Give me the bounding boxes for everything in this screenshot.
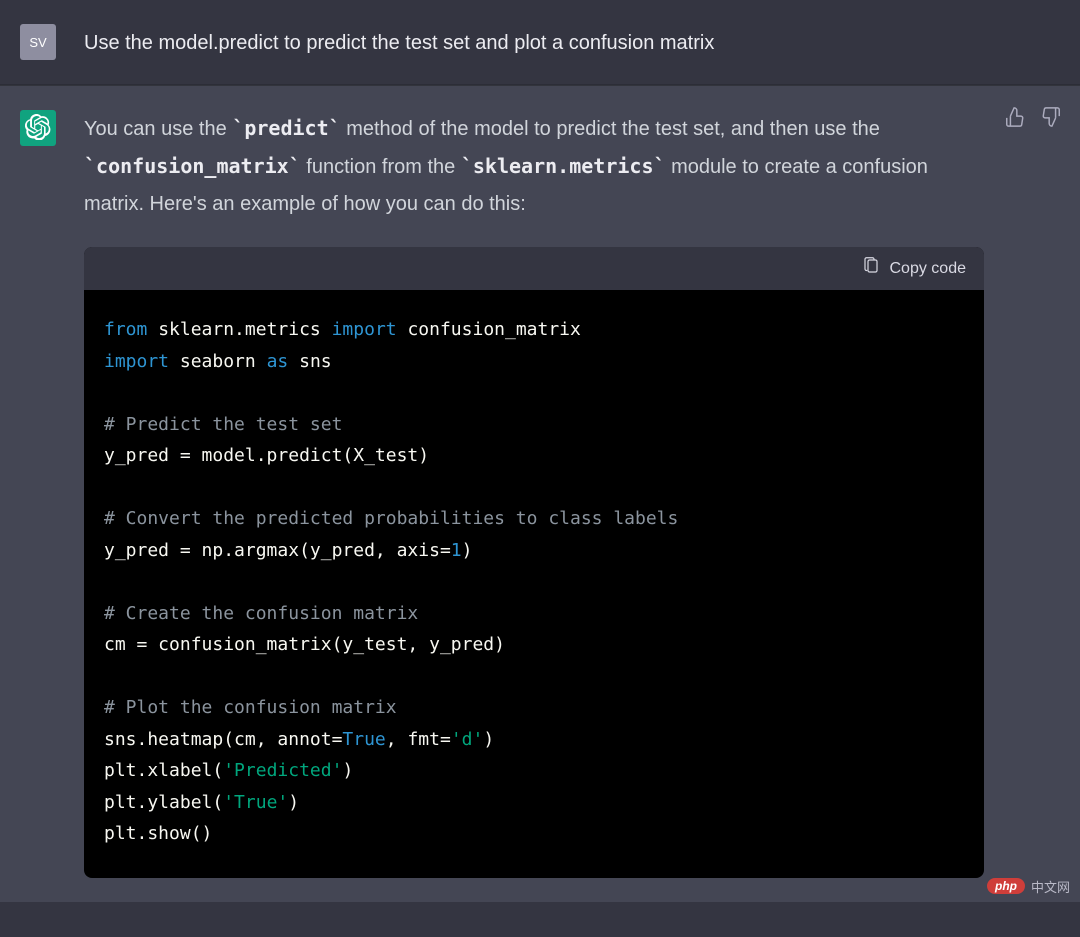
thumbs-down-button[interactable] (1040, 108, 1062, 130)
code-token: 'd' (451, 729, 484, 750)
code-token: # Convert the predicted probabilities to… (104, 508, 678, 529)
code-token: plt.show() (104, 823, 212, 844)
assistant-reply-text: You can use the `predict` method of the … (84, 110, 984, 223)
copy-code-label: Copy code (890, 260, 967, 278)
user-message-text: Use the model.predict to predict the tes… (84, 24, 1060, 58)
code-token: ) (342, 760, 353, 781)
code-token: ) (288, 792, 299, 813)
inline-code-sklearn-metrics: `sklearn.metrics` (461, 154, 666, 178)
thumbs-up-button[interactable] (1004, 108, 1026, 130)
code-token: cm = confusion_matrix(y_test, y_pred) (104, 634, 505, 655)
code-token: ) (462, 540, 473, 561)
code-token: plt.xlabel( (104, 760, 223, 781)
code-token: seaborn (169, 351, 267, 372)
feedback-buttons (1004, 108, 1062, 130)
code-token: # Plot the confusion matrix (104, 697, 397, 718)
user-avatar-initials: SV (29, 35, 46, 50)
text-fragment: You can use the (84, 118, 232, 140)
inline-code-predict: `predict` (232, 116, 340, 140)
code-token: as (267, 351, 289, 372)
text-fragment: function from the (301, 156, 461, 178)
text-fragment: method of the model to predict the test … (341, 118, 880, 140)
code-token: import (104, 351, 169, 372)
code-token: , fmt= (386, 729, 451, 750)
clipboard-icon (862, 257, 880, 280)
code-token: confusion_matrix (397, 319, 581, 340)
code-token: 'Predicted' (223, 760, 342, 781)
watermark-pill: php (987, 878, 1025, 894)
code-token: 'True' (223, 792, 288, 813)
assistant-avatar (20, 110, 56, 146)
code-token: 1 (451, 540, 462, 561)
watermark: php 中文网 (987, 877, 1070, 896)
user-message-body: Use the model.predict to predict the tes… (84, 24, 1060, 60)
code-token: # Create the confusion matrix (104, 603, 418, 624)
user-avatar: SV (20, 24, 56, 60)
code-token: sns (288, 351, 331, 372)
code-token: plt.ylabel( (104, 792, 223, 813)
code-block-header: Copy code (84, 247, 984, 290)
code-token: sns.heatmap(cm, annot= (104, 729, 342, 750)
code-token: sklearn.metrics (147, 319, 331, 340)
code-token: from (104, 319, 147, 340)
code-content[interactable]: from sklearn.metrics import confusion_ma… (84, 290, 984, 878)
code-token: True (342, 729, 385, 750)
inline-code-confusion-matrix: `confusion_matrix` (84, 154, 301, 178)
code-token: ) (483, 729, 494, 750)
user-message-row: SV Use the model.predict to predict the … (0, 0, 1080, 85)
thumbs-up-icon (1004, 106, 1026, 133)
assistant-message-row: You can use the `predict` method of the … (0, 85, 1080, 902)
watermark-text: 中文网 (1031, 877, 1070, 896)
code-token: y_pred = np.argmax(y_pred, axis= (104, 540, 451, 561)
code-block: Copy code from sklearn.metrics import co… (84, 247, 984, 878)
code-token: y_pred = model.predict(X_test) (104, 445, 429, 466)
assistant-message-body: You can use the `predict` method of the … (84, 110, 1060, 878)
openai-logo-icon (25, 114, 51, 143)
copy-code-button[interactable]: Copy code (862, 257, 967, 280)
code-token: import (332, 319, 397, 340)
code-token: # Predict the test set (104, 414, 342, 435)
thumbs-down-icon (1040, 106, 1062, 133)
